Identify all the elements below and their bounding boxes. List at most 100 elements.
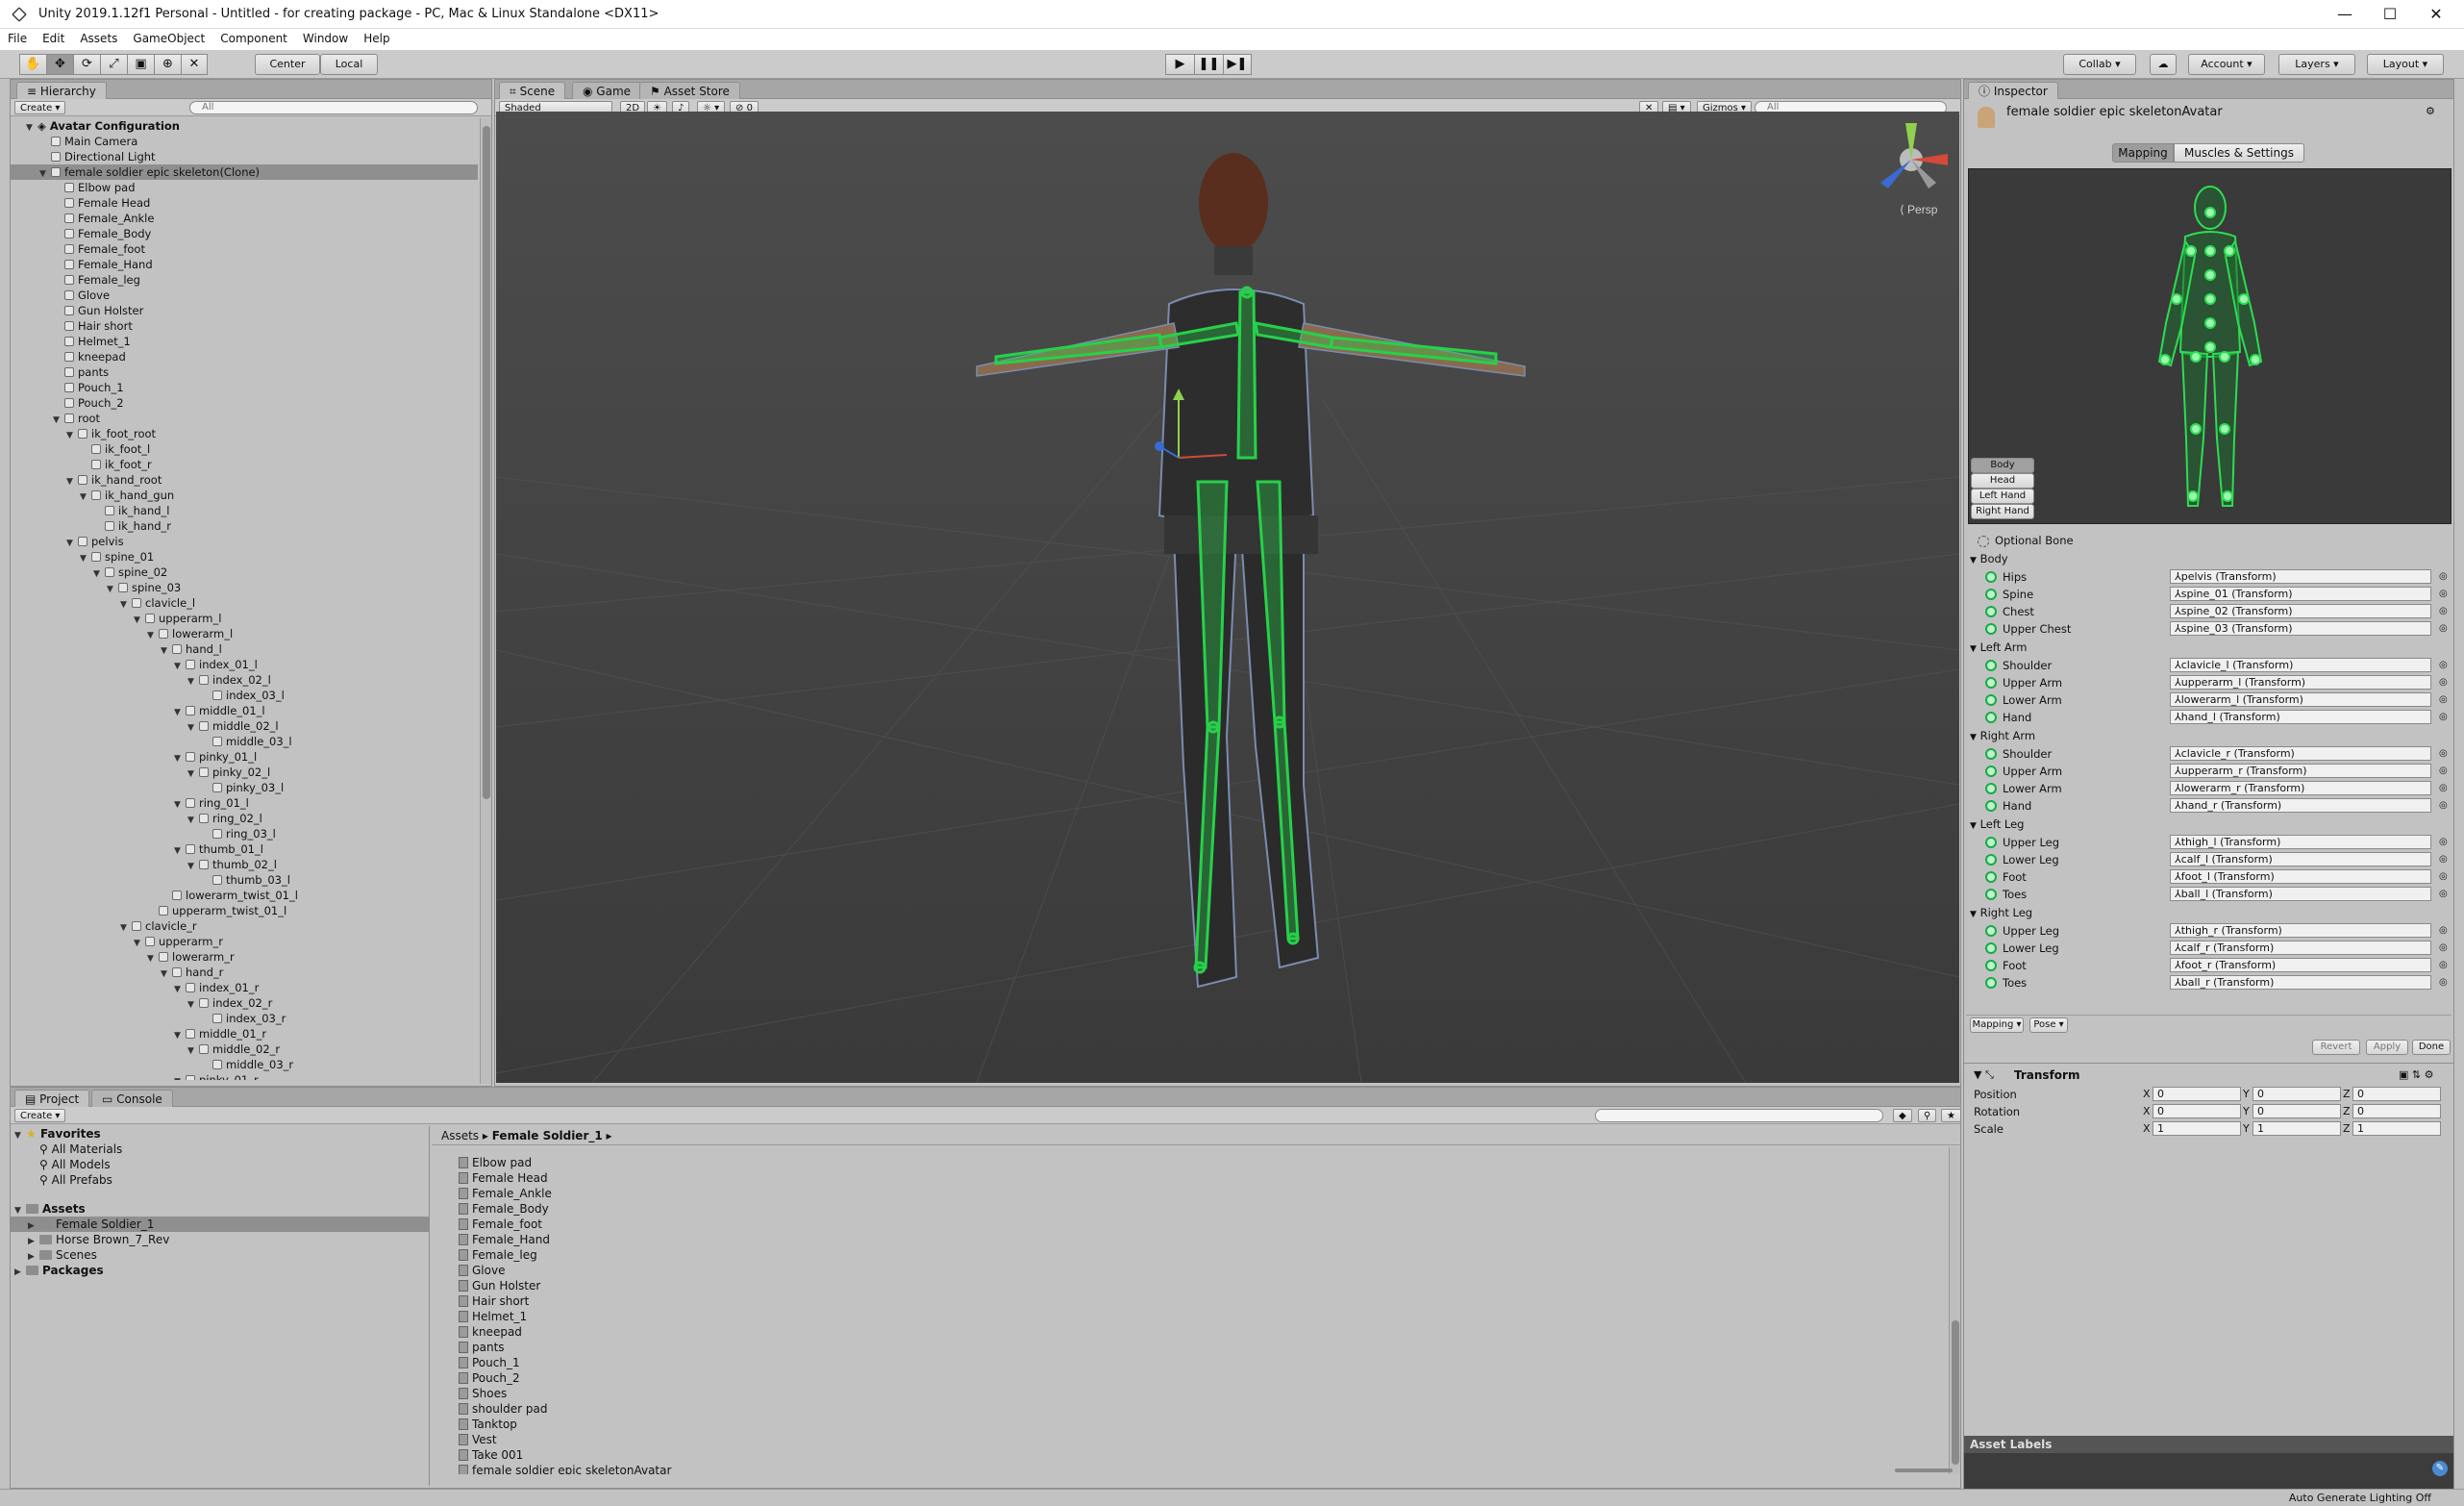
expand-arrow-icon[interactable]: ▼: [187, 1043, 199, 1057]
expand-arrow-icon[interactable]: ▶: [28, 1249, 39, 1263]
object-picker-icon[interactable]: ◎: [2439, 709, 2448, 726]
hierarchy-row[interactable]: ▼ spine_01: [11, 549, 478, 565]
transform-y-field[interactable]: 0: [2252, 1104, 2341, 1118]
bone-transform-field[interactable]: ⅄ball_l (Transform): [2170, 887, 2431, 901]
breadcrumb-folder[interactable]: Female Soldier_1: [492, 1129, 603, 1142]
menu-component[interactable]: Component: [212, 29, 295, 45]
hierarchy-row[interactable]: Female_Body: [11, 226, 478, 241]
project-scrollbar[interactable]: [1949, 1147, 1960, 1474]
hierarchy-row[interactable]: ▼ index_01_r: [11, 980, 478, 995]
expand-arrow-icon[interactable]: ▼: [80, 551, 91, 565]
hierarchy-row[interactable]: ▼ pinky_01_l: [11, 749, 478, 765]
hierarchy-row[interactable]: ▼ root: [11, 411, 478, 426]
expand-arrow-icon[interactable]: ▼: [187, 674, 199, 688]
rotate-tool-icon[interactable]: ⟳: [73, 54, 100, 75]
hierarchy-row[interactable]: Glove: [11, 288, 478, 303]
hierarchy-row[interactable]: ▼ upperarm_r: [11, 934, 478, 949]
project-file-item[interactable]: Take 001: [432, 1447, 1931, 1463]
hierarchy-row[interactable]: Directional Light: [11, 149, 478, 164]
expand-arrow-icon[interactable]: ▼: [134, 613, 145, 626]
project-file-item[interactable]: Helmet_1: [432, 1309, 1931, 1324]
mapping-dropdown[interactable]: Mapping ▾: [1970, 1017, 2024, 1033]
object-picker-icon[interactable]: ◎: [2439, 657, 2448, 674]
hierarchy-row[interactable]: Female_leg: [11, 272, 478, 288]
assets-row[interactable]: ▼ Assets: [11, 1201, 429, 1217]
hierarchy-row[interactable]: ▼ ring_02_l: [11, 811, 478, 826]
inspector-settings-icon[interactable]: ⚙: [2426, 105, 2435, 117]
project-file-item[interactable]: shoulder pad: [432, 1401, 1931, 1417]
favorite-item[interactable]: ⚲ All Materials: [11, 1142, 429, 1157]
rect-tool-icon[interactable]: ▣: [127, 54, 154, 75]
expand-arrow-icon[interactable]: ▼: [187, 720, 199, 734]
transform-x-field[interactable]: 0: [2153, 1104, 2241, 1118]
hierarchy-search-input[interactable]: All: [189, 101, 478, 114]
mapping-tab[interactable]: Mapping: [2112, 143, 2174, 163]
expand-arrow-icon[interactable]: ▼: [187, 859, 199, 872]
expand-arrow-icon[interactable]: ▼: [187, 813, 199, 826]
hierarchy-row[interactable]: Female Head: [11, 195, 478, 211]
collab-dropdown[interactable]: Collab ▾: [2063, 54, 2136, 75]
menu-assets[interactable]: Assets: [72, 29, 125, 45]
hierarchy-row[interactable]: Hair short: [11, 318, 478, 334]
hierarchy-row[interactable]: middle_03_r: [11, 1057, 478, 1072]
hierarchy-row[interactable]: ▼ pinky_01_r: [11, 1072, 478, 1080]
expand-arrow-icon[interactable]: ▼: [147, 628, 159, 641]
layout-dropdown[interactable]: Layout ▾: [2367, 54, 2444, 75]
project-file-item[interactable]: female soldier epic skeletonAvatar: [432, 1463, 1931, 1474]
hierarchy-row[interactable]: Female_Ankle: [11, 211, 478, 226]
hierarchy-row[interactable]: ▼ middle_02_l: [11, 718, 478, 734]
menu-help[interactable]: Help: [356, 29, 397, 45]
project-file-item[interactable]: Vest: [432, 1432, 1931, 1447]
project-file-item[interactable]: kneepad: [432, 1324, 1931, 1340]
expand-arrow-icon[interactable]: ▼: [161, 966, 172, 980]
expand-arrow-icon[interactable]: ▼: [134, 936, 145, 949]
revert-button[interactable]: Revert: [2312, 1040, 2360, 1055]
hand-tool-icon[interactable]: ✋: [19, 54, 46, 75]
bone-transform-field[interactable]: ⅄foot_r (Transform): [2170, 958, 2431, 972]
bone-transform-field[interactable]: ⅄lowerarm_l (Transform): [2170, 692, 2431, 707]
transform-z-field[interactable]: 1: [2352, 1121, 2441, 1136]
expand-arrow-icon[interactable]: ▼: [39, 166, 51, 180]
bone-transform-field[interactable]: ⅄clavicle_l (Transform): [2170, 658, 2431, 672]
bone-transform-field[interactable]: ⅄calf_l (Transform): [2170, 852, 2431, 866]
bone-transform-field[interactable]: ⅄pelvis (Transform): [2170, 569, 2431, 584]
hierarchy-create-button[interactable]: Create ▾: [14, 101, 66, 114]
project-file-item[interactable]: Pouch_1: [432, 1355, 1931, 1370]
bone-transform-field[interactable]: ⅄calf_r (Transform): [2170, 941, 2431, 955]
expand-arrow-icon[interactable]: ▼: [53, 413, 64, 426]
expand-arrow-icon[interactable]: ▼: [147, 951, 159, 965]
expand-arrow-icon[interactable]: ▼: [161, 643, 172, 657]
close-button[interactable]: ✕: [2409, 0, 2463, 29]
asset-folder-item[interactable]: ▶ Female Soldier_1: [11, 1217, 429, 1232]
object-picker-icon[interactable]: ◎: [2439, 797, 2448, 815]
menu-window[interactable]: Window: [295, 29, 356, 45]
expand-arrow-icon[interactable]: ▼: [174, 797, 186, 811]
scene-viewport[interactable]: ⟨ Persp: [496, 112, 1959, 1083]
hierarchy-row[interactable]: ik_foot_l: [11, 441, 478, 457]
expand-arrow-icon[interactable]: ▶: [28, 1218, 39, 1232]
bone-transform-field[interactable]: ⅄spine_03 (Transform): [2170, 621, 2431, 636]
project-file-item[interactable]: Glove: [432, 1263, 1931, 1278]
hierarchy-row[interactable]: ik_hand_l: [11, 503, 478, 518]
foldout-arrow-icon[interactable]: ▼: [1970, 556, 1977, 565]
object-picker-icon[interactable]: ◎: [2439, 780, 2448, 797]
hierarchy-row[interactable]: ▼ clavicle_l: [11, 595, 478, 611]
object-picker-icon[interactable]: ◎: [2439, 674, 2448, 691]
foldout-arrow-icon[interactable]: ▼: [1970, 644, 1977, 654]
object-picker-icon[interactable]: ◎: [2439, 851, 2448, 868]
hierarchy-row[interactable]: Helmet_1: [11, 334, 478, 349]
bone-transform-field[interactable]: ⅄hand_r (Transform): [2170, 798, 2431, 813]
tab-inspector[interactable]: ⓘ Inspector: [1968, 82, 2058, 99]
project-file-item[interactable]: Female_Body: [432, 1201, 1931, 1217]
expand-arrow-icon[interactable]: ▼: [187, 997, 199, 1011]
object-picker-icon[interactable]: ◎: [2439, 868, 2448, 886]
object-picker-icon[interactable]: ◎: [2439, 922, 2448, 940]
persp-label[interactable]: ⟨ Persp: [1900, 203, 1938, 216]
hierarchy-row[interactable]: ▼ hand_r: [11, 965, 478, 980]
cloud-icon[interactable]: ☁: [2150, 54, 2177, 75]
tab-asset-store[interactable]: ⚑ Asset Store: [639, 82, 740, 99]
project-file-item[interactable]: pants: [432, 1340, 1931, 1355]
filter-type-icon[interactable]: ◆: [1893, 1109, 1912, 1122]
transform-z-field[interactable]: 0: [2352, 1104, 2441, 1118]
hierarchy-row[interactable]: ▼ lowerarm_r: [11, 949, 478, 965]
